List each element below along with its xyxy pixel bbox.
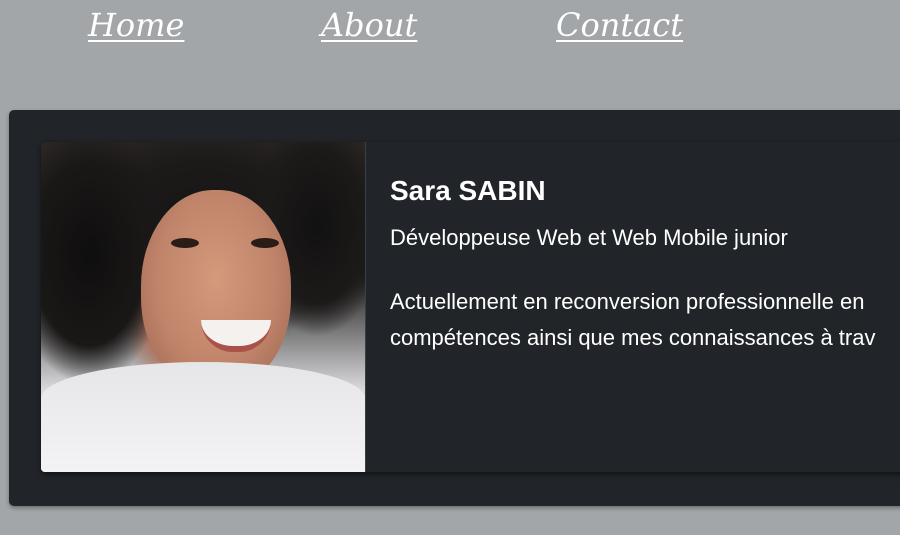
profile-description-line-2: compétences ainsi que mes connaissances … (390, 325, 876, 350)
nav-link-about[interactable]: About (321, 4, 417, 46)
photo-shirt (41, 362, 365, 472)
photo-eye-right (251, 238, 279, 248)
profile-role: Développeuse Web et Web Mobile junior (390, 225, 788, 250)
profile-card: Sara SABIN Développeuse Web et Web Mobil… (41, 142, 900, 472)
profile-description-line-1: Actuellement en reconversion professionn… (390, 289, 865, 314)
profile-card-container: Sara SABIN Développeuse Web et Web Mobil… (9, 110, 900, 506)
profile-name: Sara SABIN (390, 175, 546, 206)
photo-eye-left (171, 238, 199, 248)
nav-link-home[interactable]: Home (88, 4, 184, 46)
profile-photo (41, 142, 366, 472)
nav-link-contact[interactable]: Contact (556, 4, 683, 46)
profile-description: Actuellement en reconversion professionn… (390, 284, 875, 356)
photo-face (141, 190, 291, 390)
